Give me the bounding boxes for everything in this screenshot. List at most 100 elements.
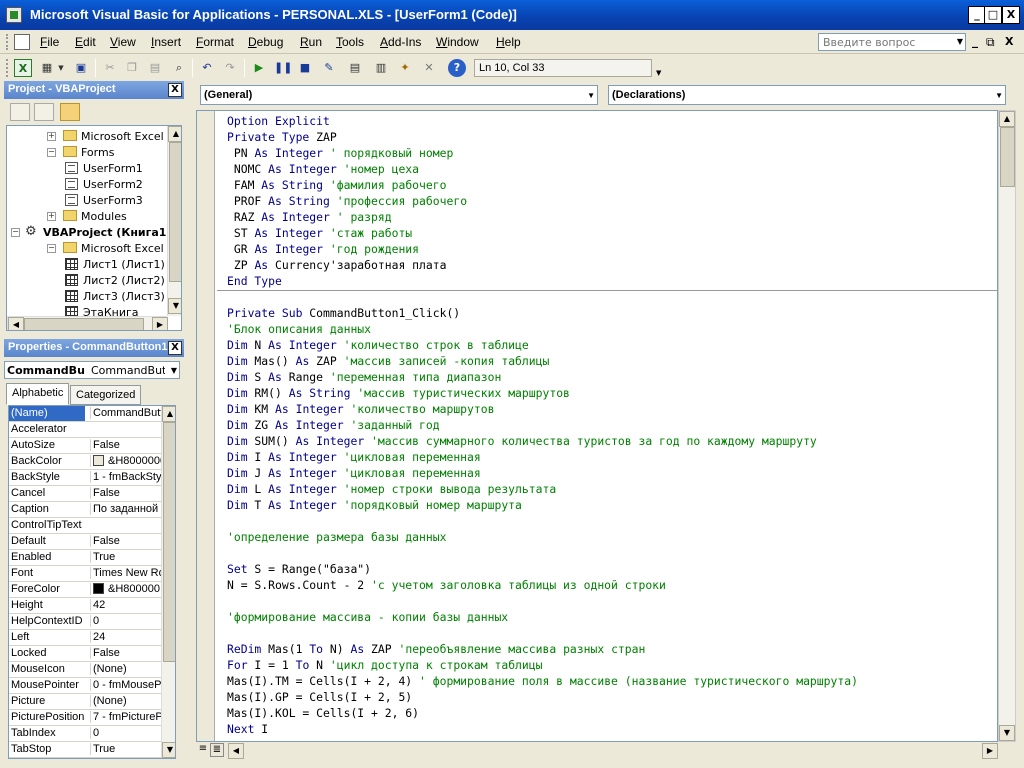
tree-item[interactable]: +Microsoft Excel Objec: [7, 128, 181, 144]
tree-scroll-thumb[interactable]: [169, 142, 181, 282]
break-icon[interactable]: ❚❚: [274, 59, 292, 77]
property-value[interactable]: 0 - fmMousePc: [90, 679, 161, 691]
code-line[interactable]: Dim Mas() As ZAP 'массив записей -копия …: [227, 353, 549, 369]
collapse-icon[interactable]: −: [11, 228, 20, 237]
property-row[interactable]: Caption По заданной г: [9, 502, 161, 518]
property-value[interactable]: 0: [90, 615, 161, 627]
menu-insert[interactable]: Insert: [151, 35, 181, 49]
code-line[interactable]: PROF As String 'профессия рабочего: [227, 193, 467, 209]
ask-question-input[interactable]: Введите вопрос ▼: [818, 33, 966, 51]
property-row[interactable]: Locked False: [9, 646, 161, 662]
cut-icon[interactable]: ✂: [101, 59, 119, 77]
undo-icon[interactable]: ↶: [198, 59, 216, 77]
code-line[interactable]: Mas(I).KOL = Cells(I + 2, 6): [227, 705, 419, 721]
menu-addins[interactable]: Add-Ins: [380, 35, 421, 49]
code-line[interactable]: N = S.Rows.Count - 2 'с учетом заголовка…: [227, 577, 666, 593]
tree-hscroll[interactable]: ◀ ▶: [7, 316, 168, 330]
code-line[interactable]: GR As Integer 'год рождения: [227, 241, 419, 257]
toolbar-grip[interactable]: [6, 59, 9, 77]
menu-debug[interactable]: Debug: [248, 35, 283, 49]
code-line[interactable]: RAZ As Integer ' разряд: [227, 209, 392, 225]
procedure-view-icon[interactable]: ≡: [196, 743, 210, 757]
property-row[interactable]: Cancel False: [9, 486, 161, 502]
property-row[interactable]: BackStyle 1 - fmBackStyle: [9, 470, 161, 486]
tree-item[interactable]: UserForm3: [7, 192, 167, 208]
full-module-view-icon[interactable]: ≣: [210, 743, 224, 757]
paste-icon[interactable]: ▤: [146, 59, 164, 77]
property-row[interactable]: Left 24: [9, 630, 161, 646]
code-line[interactable]: 'формирование массива - копии базы данны…: [227, 609, 508, 625]
menu-format[interactable]: Format: [196, 35, 234, 49]
object-combo[interactable]: (General) ▼: [200, 85, 598, 105]
code-line[interactable]: Dim SUM() As Integer 'массив суммарного …: [227, 433, 817, 449]
code-line[interactable]: Dim S As Range 'переменная типа диапазон: [227, 369, 501, 385]
menu-tools[interactable]: Tools: [336, 35, 364, 49]
view-object-icon[interactable]: [34, 103, 54, 121]
code-editor[interactable]: Option Explicit Private Type ZAP PN As In…: [196, 110, 998, 742]
scroll-down-icon[interactable]: ▼: [162, 742, 175, 758]
properties-close-button[interactable]: X: [168, 341, 182, 355]
vba-app-icon[interactable]: [6, 7, 22, 23]
property-row[interactable]: BackColor &H8000000: [9, 454, 161, 470]
code-vscroll[interactable]: ▲ ▼: [998, 110, 1016, 742]
code-line[interactable]: ReDim Mas(1 To N) As ZAP 'переобъявление…: [227, 641, 645, 657]
property-row[interactable]: (Name) CommandButt: [9, 406, 161, 422]
scroll-left-icon[interactable]: ◀: [228, 743, 244, 759]
code-line[interactable]: ZP As Currency'заработная плата: [227, 257, 447, 273]
view-code-icon[interactable]: [10, 103, 30, 121]
object-browser-icon[interactable]: ✦: [396, 59, 414, 77]
property-value[interactable]: True: [90, 743, 161, 755]
menu-edit[interactable]: Edit: [75, 35, 96, 49]
code-line[interactable]: Dim KM As Integer 'количество маршрутов: [227, 401, 494, 417]
property-value[interactable]: False: [90, 439, 161, 451]
excel-view-icon[interactable]: [14, 34, 30, 50]
toolbar-options-icon[interactable]: ▼: [656, 69, 661, 77]
menu-help[interactable]: Help: [496, 35, 521, 49]
property-value[interactable]: По заданной г: [90, 503, 161, 515]
menu-grip[interactable]: [6, 34, 9, 50]
reset-icon[interactable]: ■: [296, 59, 314, 77]
property-value[interactable]: &H800000: [90, 583, 161, 595]
properties-scroll-thumb[interactable]: [163, 422, 175, 662]
property-row[interactable]: Accelerator: [9, 422, 161, 438]
property-row[interactable]: Enabled True: [9, 550, 161, 566]
property-row[interactable]: Height 42: [9, 598, 161, 614]
toolbox-icon[interactable]: ✕: [420, 59, 438, 77]
property-value[interactable]: Times New Ror: [90, 567, 161, 579]
property-value[interactable]: False: [90, 647, 161, 659]
code-line[interactable]: Dim J As Integer 'цикловая переменная: [227, 465, 481, 481]
tree-item[interactable]: − ⚙ VBAProject (Книга1): [7, 224, 171, 240]
code-line[interactable]: FAM As String 'фамилия рабочего: [227, 177, 447, 193]
code-line[interactable]: Private Sub CommandButton1_Click(): [227, 305, 460, 321]
project-explorer-icon[interactable]: ▤: [346, 59, 364, 77]
tree-item[interactable]: − Forms: [7, 144, 167, 160]
menu-view[interactable]: View: [110, 35, 136, 49]
scroll-left-icon[interactable]: ◀: [8, 317, 24, 330]
code-line[interactable]: NOMC As Integer 'номер цеха: [227, 161, 419, 177]
help-icon[interactable]: ?: [448, 59, 466, 77]
code-line[interactable]: Dim L As Integer 'номер строки вывода ре…: [227, 481, 556, 497]
property-value[interactable]: (None): [90, 663, 161, 675]
tree-item[interactable]: + Modules: [7, 208, 167, 224]
code-line[interactable]: PN As Integer ' порядковый номер: [227, 145, 453, 161]
tree-item[interactable]: Лист1 (Лист1): [7, 256, 167, 272]
property-row[interactable]: TabIndex 0: [9, 726, 161, 742]
tab-alphabetic[interactable]: Alphabetic: [6, 383, 70, 405]
tree-item[interactable]: UserForm1: [7, 160, 167, 176]
code-scroll-thumb[interactable]: [1000, 127, 1015, 187]
object-select[interactable]: CommandButt CommandButto ▼: [4, 361, 180, 379]
code-line[interactable]: Mas(I).GP = Cells(I + 2, 5): [227, 689, 412, 705]
properties-window-icon[interactable]: ▥: [372, 59, 390, 77]
property-row[interactable]: MouseIcon (None): [9, 662, 161, 678]
property-value[interactable]: (None): [90, 695, 161, 707]
code-line[interactable]: ST As Integer 'стаж работы: [227, 225, 412, 241]
doc-close-button[interactable]: X: [1005, 35, 1013, 48]
menu-file[interactable]: File: [40, 35, 59, 49]
property-row[interactable]: ControlTipText: [9, 518, 161, 534]
insert-userform-icon[interactable]: ▦: [38, 59, 56, 77]
doc-minimize-button[interactable]: _: [972, 34, 978, 48]
expand-icon[interactable]: +: [47, 212, 56, 221]
menu-run[interactable]: Run: [300, 35, 322, 49]
doc-restore-button[interactable]: ⧉: [986, 35, 995, 50]
property-row[interactable]: AutoSize False: [9, 438, 161, 454]
